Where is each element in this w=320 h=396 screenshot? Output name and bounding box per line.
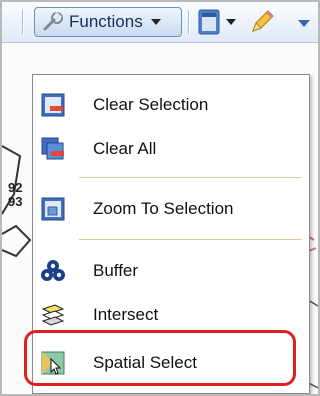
toolbar-separator [22,10,23,34]
chevron-down-icon [150,19,161,25]
menu-item-label: Clear Selection [93,95,209,114]
intersect-icon [41,304,65,326]
functions-menu: Clear Selection Clear All Zoom To Select… [32,74,310,394]
clear-all-icon [41,137,64,160]
menu-separator [79,177,301,178]
app-frame: Functions 92 93 Clear Selection Clear Al… [0,0,320,396]
chevron-down-icon[interactable] [226,19,236,25]
menu-item-clear-selection[interactable]: Clear Selection [33,83,309,127]
toolbar: Functions [2,2,318,43]
map-label: 92 [8,180,22,195]
spatial-select-icon [41,351,65,375]
menu-item-label: Clear All [93,139,157,158]
buffer-icon [41,260,65,281]
menu-item-label: Buffer [93,261,139,280]
pencil-icon[interactable] [248,8,276,36]
menu-separator [79,239,301,240]
menu-item-intersect[interactable]: Intersect [33,293,309,337]
menu-item-buffer[interactable]: Buffer [33,249,309,293]
menu-item-label: Spatial Select [93,353,197,372]
clear-selection-icon [41,93,65,117]
menu-item-spatial-select[interactable]: Spatial Select [33,341,309,385]
menu-item-zoom-to-selection[interactable]: Zoom To Selection [33,187,309,231]
menu-item-clear-all[interactable]: Clear All [33,127,309,171]
toolbar-separator [188,10,189,34]
functions-label: Functions [69,12,143,31]
wrench-icon [43,11,63,31]
menu-item-label: Intersect [93,305,159,324]
zoom-to-selection-icon [41,197,65,221]
document-icon[interactable] [198,9,220,35]
functions-button[interactable]: Functions [34,7,182,37]
dropdown-icon[interactable] [298,20,310,28]
menu-item-label: Zoom To Selection [93,199,234,218]
map-label: 93 [8,194,22,209]
